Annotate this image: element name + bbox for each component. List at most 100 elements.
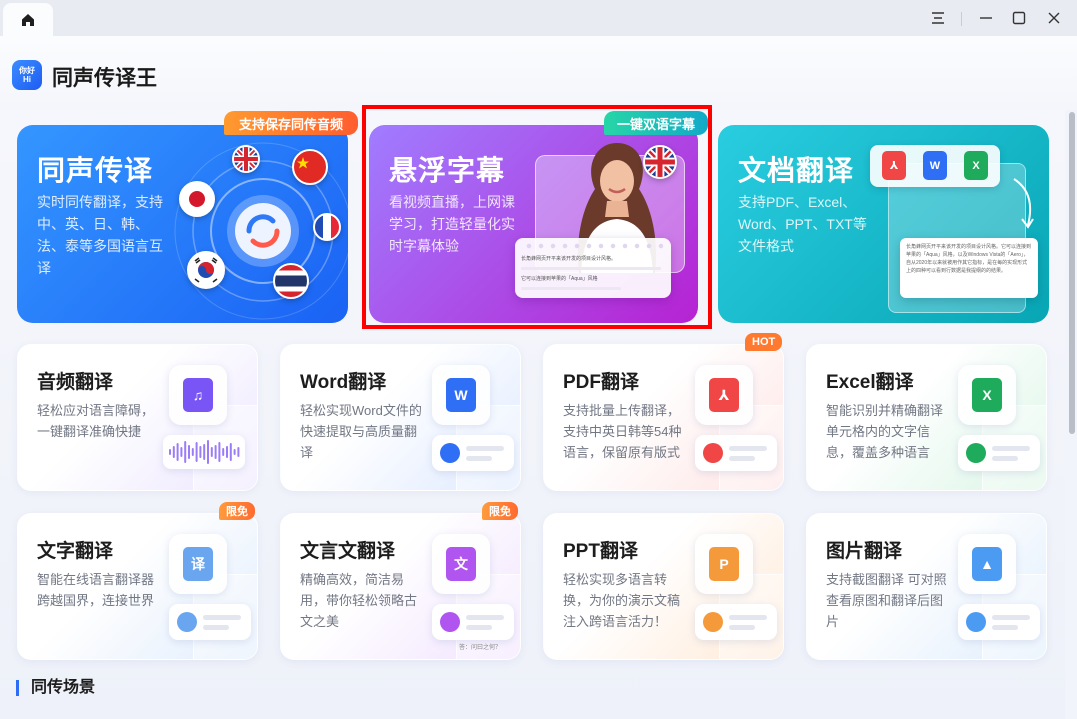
card-title: Word翻译 (300, 372, 387, 393)
word-doc-icon: W (432, 365, 490, 425)
card-description: 轻松实现Word文件的快速提取与高质量翻译 (300, 403, 422, 460)
card-icon-glyph: P (709, 547, 739, 581)
card-icon-glyph: ▲ (972, 547, 1002, 581)
scrollbar-thumb[interactable] (1069, 112, 1075, 434)
chip-line (992, 615, 1030, 620)
card-text-translation[interactable]: 文字翻译 智能在线语言翻译器跨越国界，连接世界译 (17, 513, 258, 660)
chip-line (992, 625, 1018, 630)
translate-refresh-icon (177, 612, 197, 632)
chip-line (729, 625, 755, 630)
card-icon-glyph: X (972, 378, 1002, 412)
translate-refresh-icon (966, 443, 986, 463)
translate-refresh-icon (966, 612, 986, 632)
subtitle-divider (521, 267, 661, 270)
home-icon (22, 13, 34, 26)
card-title: 文档翻译 (738, 155, 855, 186)
maximize-icon (1012, 11, 1026, 25)
minimize-button[interactable] (974, 6, 998, 30)
card-badge: 限免 (482, 502, 518, 520)
chip-line (992, 446, 1030, 451)
card-description: 实时同传翻译，支持中、英、日、韩、法、泰等多国语言互译 (37, 194, 163, 276)
subtitle-line-translation: 它可以连接到苹果的「Aqua」风格 (521, 276, 598, 282)
chip-line (729, 456, 755, 461)
menu-button[interactable] (926, 6, 950, 30)
subtitle-line-source: 长角蜂网页开平来该开发的项目设计风格。 (521, 256, 617, 262)
card-icon-glyph: ⅄ (709, 378, 739, 412)
title-bar-divider (961, 12, 962, 26)
thailand-flag-icon (273, 263, 309, 299)
document-preview-text: 长角蜂网页开平来该开发的项目设计风格。它可以连接到苹果的「Aqua」风格，以及W… (906, 244, 1032, 274)
chip-line (466, 615, 504, 620)
chip-line (203, 615, 241, 620)
card-audio-translation[interactable]: 音频翻译轻松应对语言障碍，一键翻译准确快捷 ♫ (17, 344, 258, 491)
ppt-doc-icon: P (695, 534, 753, 594)
card-simultaneous-interpretation[interactable]: 同声传译 实时同传翻译，支持中、英、日、韩、法、泰等多国语言互译 (17, 125, 348, 323)
pdf-file-icon: ⅄ (882, 151, 906, 180)
card-description: 智能在线语言翻译器跨越国界，连接世界 (37, 572, 155, 608)
app-title: 同声传译王 (52, 67, 157, 90)
subtitle-panel: 长角蜂网页开平来该开发的项目设计风格。 它可以连接到苹果的「Aqua」风格 (515, 238, 671, 298)
card-title: Excel翻译 (826, 372, 914, 393)
card-badge: HOT (745, 333, 783, 351)
menu-icon (932, 12, 944, 24)
uk-flag-icon (232, 145, 260, 173)
file-type-tray: ⅄ W X (870, 145, 1000, 187)
feature-ribbon: 支持保存同传音频 (224, 111, 358, 135)
section-title: 同传场景 (16, 680, 95, 696)
chip-line (466, 446, 504, 451)
card-icon-glyph: ♫ (183, 378, 213, 412)
card-description: 轻松应对语言障碍，一键翻译准确快捷 (37, 403, 155, 439)
translate-refresh-icon (440, 443, 460, 463)
card-preview-chip (958, 435, 1040, 471)
card-title: 音频翻译 (37, 372, 114, 393)
app-logo: 你好 Hi (12, 60, 42, 90)
audio-waveform-icon (163, 435, 245, 469)
subtitle-divider (521, 287, 621, 290)
home-tab[interactable] (3, 3, 53, 36)
card-preview-chip (169, 604, 251, 640)
translate-refresh-icon (703, 612, 723, 632)
maximize-button[interactable] (1007, 6, 1031, 30)
excel-file-icon: X (964, 151, 988, 180)
card-title: 文言文翻译 (300, 541, 396, 562)
subtitle-panel-dots (523, 243, 663, 249)
japan-flag-icon (179, 181, 215, 217)
card-icon-glyph: 文 (446, 547, 476, 581)
card-preview-chip (432, 435, 514, 471)
excel-doc-icon: X (958, 365, 1016, 425)
chip-line (729, 446, 767, 451)
card-image-translation[interactable]: 图片翻译 支持截图翻译 可对照查看原图和翻译后图片 ▲ (806, 513, 1047, 660)
chip-line (466, 625, 492, 630)
card-classical-translation[interactable]: 文言文翻译 精确高效，简洁易用，带你轻松领略古文之美文答：问曰之何？ (280, 513, 521, 660)
card-word-translation[interactable]: Word翻译轻松实现Word文件的快速提取与高质量翻译 W (280, 344, 521, 491)
card-pdf-translation[interactable]: PDF翻译支持批量上传翻译，支持中英日韩等54种语言，保留原有版式 ⅄ (543, 344, 784, 491)
minimize-icon (980, 17, 992, 19)
close-button[interactable] (1042, 6, 1066, 30)
card-excel-translation[interactable]: Excel翻译 智能识别并精确翻译单元格内的文字信息，覆盖多种语言 X (806, 344, 1047, 491)
card-ppt-translation[interactable]: PPT翻译 轻松实现多语言转换，为你的演示文稿注入跨语言活力！ P (543, 513, 784, 660)
card-title: 同声传译 (37, 155, 154, 186)
card-description: 支持批量上传翻译，支持中英日韩等54种语言，保留原有版式 (563, 403, 682, 460)
translate-refresh-icon (703, 443, 723, 463)
card-preview-chip (432, 604, 514, 640)
pdf-doc-icon: ⅄ (695, 365, 753, 425)
card-description: 看视频直播，上网课学习，打造轻量化实时字幕体验 (389, 194, 515, 254)
classical-doc-icon: 文 (432, 534, 490, 594)
convert-arrow-icon (1013, 178, 1034, 229)
app-header: 你好 Hi 同声传译王 (0, 36, 1077, 110)
korea-flag-icon (187, 251, 225, 289)
card-floating-subtitle[interactable]: 悬浮字幕 看视频直播，上网课学习，打造轻量化实时字幕体验 长角蜂网页开平来该开发… (369, 125, 698, 323)
chip-line (992, 456, 1018, 461)
card-preview-chip (958, 604, 1040, 640)
france-flag-icon (313, 213, 341, 241)
card-title: PDF翻译 (563, 372, 640, 393)
word-file-icon: W (923, 151, 947, 180)
card-description: 精确高效，简洁易用，带你轻松领略古文之美 (300, 572, 418, 629)
uk-flag-icon (643, 145, 677, 179)
title-bar (0, 0, 1077, 36)
card-document-translation[interactable]: 文档翻译 支持PDF、Excel、Word、PPT、TXT等文件格式 ⅄ W X… (718, 125, 1049, 323)
feature-ribbon: 一键双语字幕 (604, 111, 708, 135)
chip-line (203, 625, 229, 630)
card-icon-glyph: W (446, 378, 476, 412)
card-title: PPT翻译 (563, 541, 638, 562)
